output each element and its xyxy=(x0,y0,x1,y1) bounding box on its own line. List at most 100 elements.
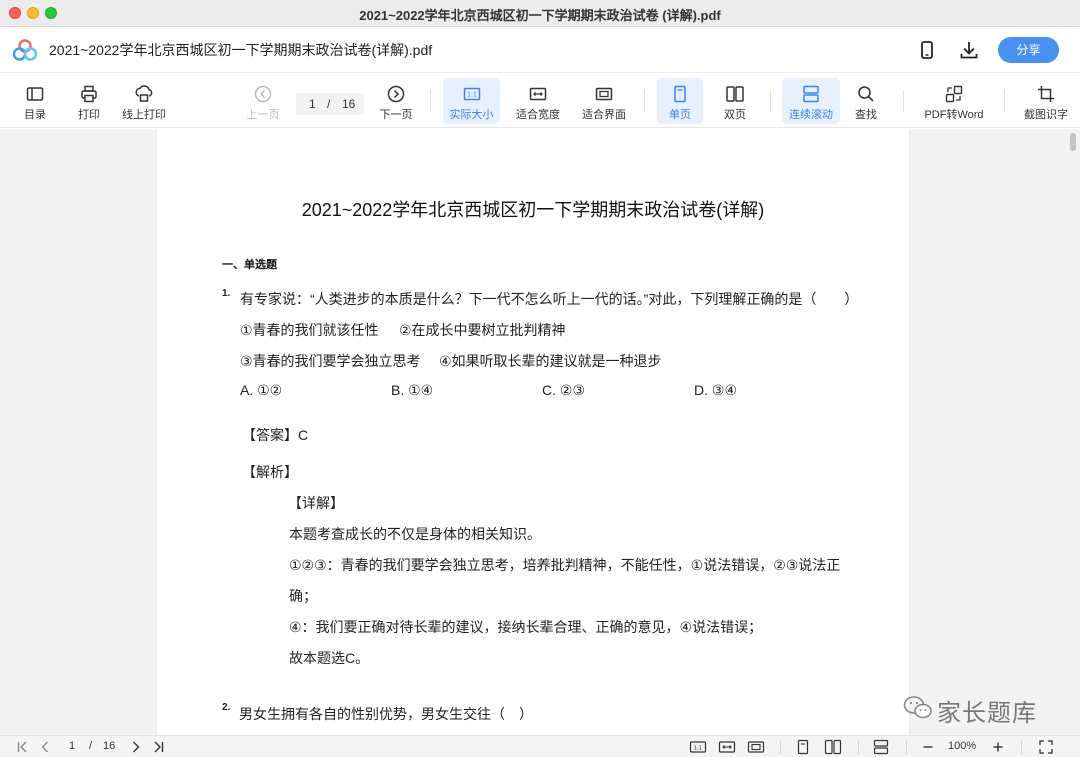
toolbar-divider xyxy=(903,90,904,112)
watermark: 家长题库 xyxy=(903,689,1053,727)
first-page-icon[interactable] xyxy=(16,739,30,755)
double-page-icon[interactable] xyxy=(824,739,842,755)
document-viewer[interactable]: 2021~2022学年北京西城区初一下学期期末政治试卷(详解) 一、单选题 1.… xyxy=(0,129,1080,735)
single-page-button[interactable]: 单页 xyxy=(657,78,703,124)
fit-width-button[interactable]: 适合宽度 xyxy=(510,78,566,124)
svg-text:1:1: 1:1 xyxy=(694,746,703,752)
toolbar-divider xyxy=(770,90,771,112)
zoom-in-icon[interactable] xyxy=(991,739,1005,755)
vertical-scrollbar[interactable] xyxy=(1069,132,1077,732)
toc-label: 目录 xyxy=(24,109,46,121)
pdf-page: 2021~2022学年北京西城区初一下学期期末政治试卷(详解) 一、单选题 1.… xyxy=(157,129,909,735)
single-page-icon[interactable] xyxy=(795,739,811,755)
prev-page-button[interactable]: 上一页 xyxy=(242,78,284,124)
ocr-label: 截图识字 xyxy=(1024,109,1068,121)
toolbar: 目录 打印 线上打印 上一页 1 / 16 下一页 1:1 实际大小 适合宽度 … xyxy=(0,74,1080,128)
find-button[interactable]: 查找 xyxy=(846,78,886,124)
status-current-page[interactable]: 1 xyxy=(69,740,75,752)
question-number: 2. xyxy=(222,702,231,713)
window-titlebar: 2021~2022学年北京西城区初一下学期期末政治试卷 (详解).pdf xyxy=(0,0,1080,27)
section-heading: 一、单选题 xyxy=(222,259,277,271)
next-page-icon[interactable] xyxy=(129,739,143,755)
pdf-to-word-button[interactable]: PDF转Word xyxy=(918,78,990,124)
detail-line-2: ①②③：青春的我们要学会独立思考，培养批判精神，不能任性，①说法错误，②③说法正 xyxy=(289,557,841,573)
page-number-input[interactable]: 1 / 16 xyxy=(296,93,364,115)
toolbar-divider xyxy=(1004,90,1005,112)
next-page-label: 下一页 xyxy=(379,109,413,121)
chevron-left-circle-icon xyxy=(254,85,272,103)
next-page-button[interactable]: 下一页 xyxy=(374,78,418,124)
print-label: 打印 xyxy=(78,109,100,121)
actual-size-icon: 1:1 xyxy=(463,87,480,101)
double-page-icon xyxy=(726,86,744,102)
ocr-button[interactable]: 截图识字 xyxy=(1018,78,1074,124)
zoom-out-icon[interactable] xyxy=(921,739,935,755)
app-header: 2021~2022学年北京西城区初一下学期期末政治试卷(详解).pdf 分享 xyxy=(0,27,1080,73)
double-page-label: 双页 xyxy=(724,109,746,121)
page-heading: 2021~2022学年北京西城区初一下学期期末政治试卷(详解) xyxy=(301,200,765,220)
continuous-scroll-icon xyxy=(803,85,819,103)
window-title: 2021~2022学年北京西城区初一下学期期末政治试卷 (详解).pdf xyxy=(359,8,721,23)
total-pages-value: 16 xyxy=(342,97,356,111)
actual-size-button[interactable]: 1:1 实际大小 xyxy=(443,78,500,124)
fit-page-icon xyxy=(595,87,613,101)
search-icon xyxy=(858,86,874,102)
prev-page-icon[interactable] xyxy=(38,739,52,755)
actual-size-icon[interactable]: 1:1 xyxy=(689,739,707,755)
phone-icon[interactable] xyxy=(916,39,938,61)
cloud-print-icon xyxy=(135,85,153,102)
status-divider xyxy=(858,740,859,754)
continuous-scroll-label: 连续滚动 xyxy=(789,109,833,121)
fit-page-label: 适合界面 xyxy=(582,109,626,121)
status-divider xyxy=(1021,740,1022,754)
analysis-label: 【解析】 xyxy=(242,464,298,480)
status-bar: 1 / 16 1:1 100% xyxy=(0,735,1080,757)
print-button[interactable]: 打印 xyxy=(68,78,110,124)
online-print-button[interactable]: 线上打印 xyxy=(117,78,171,124)
fit-width-icon[interactable] xyxy=(718,739,736,755)
fit-page-icon[interactable] xyxy=(747,739,765,755)
watermark-text: 家长题库 xyxy=(937,700,1037,727)
app-logo-icon xyxy=(13,39,37,61)
fit-page-button[interactable]: 适合界面 xyxy=(576,78,632,124)
detail-line-5: 故本题选C。 xyxy=(289,650,370,666)
online-print-label: 线上打印 xyxy=(122,109,166,121)
toc-button[interactable]: 目录 xyxy=(14,78,56,124)
actual-size-label: 实际大小 xyxy=(449,109,494,121)
single-page-label: 单页 xyxy=(669,109,691,121)
printer-icon xyxy=(81,85,97,103)
statement-3: ③青春的我们要学会独立思考 xyxy=(240,353,421,369)
single-page-icon xyxy=(674,85,686,103)
fullscreen-icon[interactable] xyxy=(1038,739,1054,755)
question-number: 1. xyxy=(222,288,231,299)
status-divider xyxy=(906,740,907,754)
share-button[interactable]: 分享 xyxy=(998,37,1059,63)
fit-width-icon xyxy=(529,87,547,101)
option-a: A. ①② xyxy=(240,382,283,398)
toolbar-divider xyxy=(644,90,645,112)
statement-2: ②在成长中要树立批判精神 xyxy=(399,322,566,338)
prev-page-label: 上一页 xyxy=(246,109,280,121)
detail-line-1: 本题考查成长的不仅是身体的相关知识。 xyxy=(289,526,541,542)
double-page-button[interactable]: 双页 xyxy=(713,78,757,124)
find-label: 查找 xyxy=(855,109,877,121)
fit-width-label: 适合宽度 xyxy=(516,109,560,121)
continuous-scroll-button[interactable]: 连续滚动 xyxy=(782,78,840,124)
toolbar-divider xyxy=(430,90,431,112)
sidebar-icon xyxy=(26,87,44,101)
statement-4: ④如果听取长辈的建议就是一种退步 xyxy=(439,353,662,369)
download-icon[interactable] xyxy=(958,39,980,61)
current-page-value: 1 xyxy=(309,97,316,111)
option-b: B. ①④ xyxy=(391,382,434,398)
last-page-icon[interactable] xyxy=(151,739,165,755)
option-c: C. ②③ xyxy=(542,382,585,398)
detail-line-3: 确； xyxy=(289,588,317,604)
continuous-scroll-icon[interactable] xyxy=(872,739,890,755)
zoom-level[interactable]: 100% xyxy=(948,740,976,752)
answer-text: 【答案】C xyxy=(242,427,309,443)
convert-icon xyxy=(945,85,963,103)
page-separator: / xyxy=(327,97,331,111)
statement-1: ①青春的我们就该任性 xyxy=(240,322,379,338)
status-page-separator: / xyxy=(89,740,93,752)
scrollbar-thumb[interactable] xyxy=(1070,133,1076,151)
